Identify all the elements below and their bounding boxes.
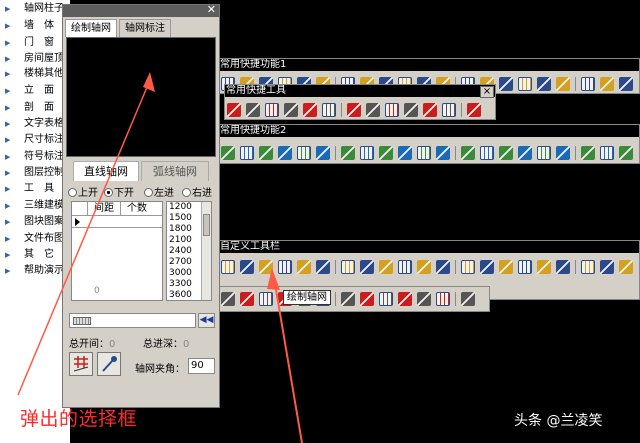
annotation-arrows <box>17 72 303 443</box>
arrow-to-axis-tool <box>273 277 303 443</box>
watermark: 头条 @兰凌笑 <box>514 413 603 429</box>
arrow-to-preview <box>17 79 151 396</box>
arrowhead <box>267 268 280 290</box>
annotation-text: 弹出的选择框 <box>20 408 138 430</box>
arrowhead <box>143 72 155 92</box>
